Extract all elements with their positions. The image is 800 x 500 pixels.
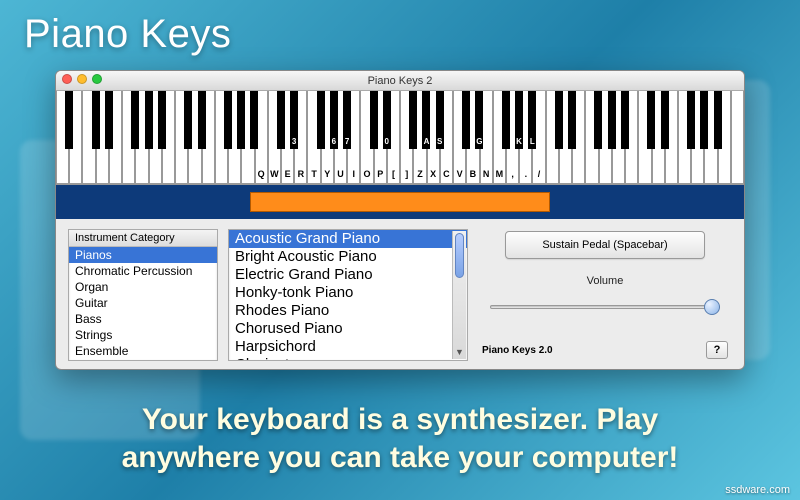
instrument-item[interactable]: Electric Grand Piano (229, 266, 467, 284)
instrument-category-listbox[interactable]: Instrument Category PianosChromatic Perc… (68, 229, 218, 361)
category-item[interactable]: Guitar (69, 295, 217, 311)
white-key[interactable]: [ (387, 91, 400, 184)
white-key[interactable]: P (374, 91, 387, 184)
category-item[interactable]: Ensemble (69, 343, 217, 359)
white-key[interactable] (135, 91, 148, 184)
category-item[interactable]: Strings (69, 327, 217, 343)
slider-thumb[interactable] (704, 299, 720, 315)
white-key[interactable]: ] (400, 91, 413, 184)
white-key[interactable]: U (334, 91, 347, 184)
instrument-item[interactable]: Acoustic Grand Piano (229, 230, 467, 248)
white-key[interactable] (612, 91, 625, 184)
white-key[interactable]: X (427, 91, 440, 184)
white-key[interactable] (122, 91, 135, 184)
white-key[interactable]: V (453, 91, 466, 184)
white-key[interactable] (546, 91, 559, 184)
white-key[interactable]: . (519, 91, 532, 184)
white-key[interactable] (678, 91, 691, 184)
window-traffic-lights[interactable] (62, 74, 102, 84)
white-key[interactable] (652, 91, 665, 184)
slider-track (490, 305, 720, 309)
white-key[interactable]: Z (413, 91, 426, 184)
instrument-item[interactable]: Clavinet (229, 356, 467, 360)
white-key[interactable] (704, 91, 717, 184)
white-key[interactable] (665, 91, 678, 184)
controls-panel: Instrument Category PianosChromatic Perc… (56, 219, 744, 369)
minimize-icon[interactable] (77, 74, 87, 84)
white-key[interactable] (625, 91, 638, 184)
category-item[interactable]: Pianos (69, 247, 217, 263)
instrument-item[interactable]: Chorused Piano (229, 320, 467, 338)
close-icon[interactable] (62, 74, 72, 84)
right-controls: Sustain Pedal (Spacebar) Volume Piano Ke… (478, 229, 732, 361)
white-key[interactable]: B (466, 91, 479, 184)
instrument-item[interactable]: Honky-tonk Piano (229, 284, 467, 302)
white-key[interactable] (149, 91, 162, 184)
white-key[interactable] (96, 91, 109, 184)
white-key[interactable]: Y (321, 91, 334, 184)
white-key[interactable] (188, 91, 201, 184)
white-key[interactable] (691, 91, 704, 184)
white-key[interactable] (241, 91, 254, 184)
category-item[interactable]: Bass (69, 311, 217, 327)
white-key[interactable]: C (440, 91, 453, 184)
white-key[interactable]: , (506, 91, 519, 184)
hero-title: Piano Keys (24, 12, 231, 57)
category-item[interactable]: Chromatic Percussion (69, 263, 217, 279)
white-key[interactable]: W (268, 91, 281, 184)
piano-keyboard[interactable]: QWERTYUIOP[]ZXCVBNM,./ 3670ASGKL (56, 91, 744, 185)
instrument-item[interactable]: Rhodes Piano (229, 302, 467, 320)
white-key[interactable]: E (281, 91, 294, 184)
white-key[interactable] (69, 91, 82, 184)
instrument-listbox[interactable]: Acoustic Grand PianoBright Acoustic Pian… (228, 229, 468, 361)
app-window: Piano Keys 2 QWERTYUIOP[]ZXCVBNM,./ 3670… (55, 70, 745, 370)
tagline: Your keyboard is a synthesizer. Play any… (0, 401, 800, 476)
white-key[interactable] (572, 91, 585, 184)
zoom-icon[interactable] (92, 74, 102, 84)
white-key[interactable] (559, 91, 572, 184)
white-key[interactable] (202, 91, 215, 184)
version-label: Piano Keys 2.0 (482, 345, 553, 356)
white-key[interactable] (82, 91, 95, 184)
help-button[interactable]: ? (706, 341, 728, 359)
category-item[interactable]: Organ (69, 279, 217, 295)
white-key[interactable] (162, 91, 175, 184)
white-key[interactable]: R (294, 91, 307, 184)
white-key[interactable] (56, 91, 69, 184)
white-key[interactable]: I (347, 91, 360, 184)
window-titlebar[interactable]: Piano Keys 2 (56, 71, 744, 91)
white-key[interactable]: / (532, 91, 545, 184)
play-range-indicator (250, 192, 550, 212)
sustain-pedal-button[interactable]: Sustain Pedal (Spacebar) (505, 231, 705, 259)
white-key[interactable]: Q (255, 91, 268, 184)
white-key[interactable] (215, 91, 228, 184)
white-key[interactable]: O (360, 91, 373, 184)
white-key[interactable] (638, 91, 651, 184)
white-key[interactable]: M (493, 91, 506, 184)
category-item[interactable]: Brass (69, 359, 217, 360)
white-key[interactable] (731, 91, 744, 184)
white-key[interactable] (228, 91, 241, 184)
volume-label: Volume (482, 275, 728, 287)
white-key[interactable] (718, 91, 731, 184)
white-key[interactable]: T (307, 91, 320, 184)
white-key[interactable] (175, 91, 188, 184)
volume-slider[interactable] (490, 299, 720, 315)
window-title: Piano Keys 2 (368, 75, 433, 87)
credit-link[interactable]: ssdware.com (725, 484, 790, 496)
white-key[interactable]: N (480, 91, 493, 184)
instrument-item[interactable]: Harpsichord (229, 338, 467, 356)
category-header: Instrument Category (69, 230, 217, 247)
instrument-item[interactable]: Bright Acoustic Piano (229, 248, 467, 266)
white-key[interactable] (109, 91, 122, 184)
status-strip (56, 185, 744, 219)
white-key[interactable] (599, 91, 612, 184)
white-key[interactable] (585, 91, 598, 184)
